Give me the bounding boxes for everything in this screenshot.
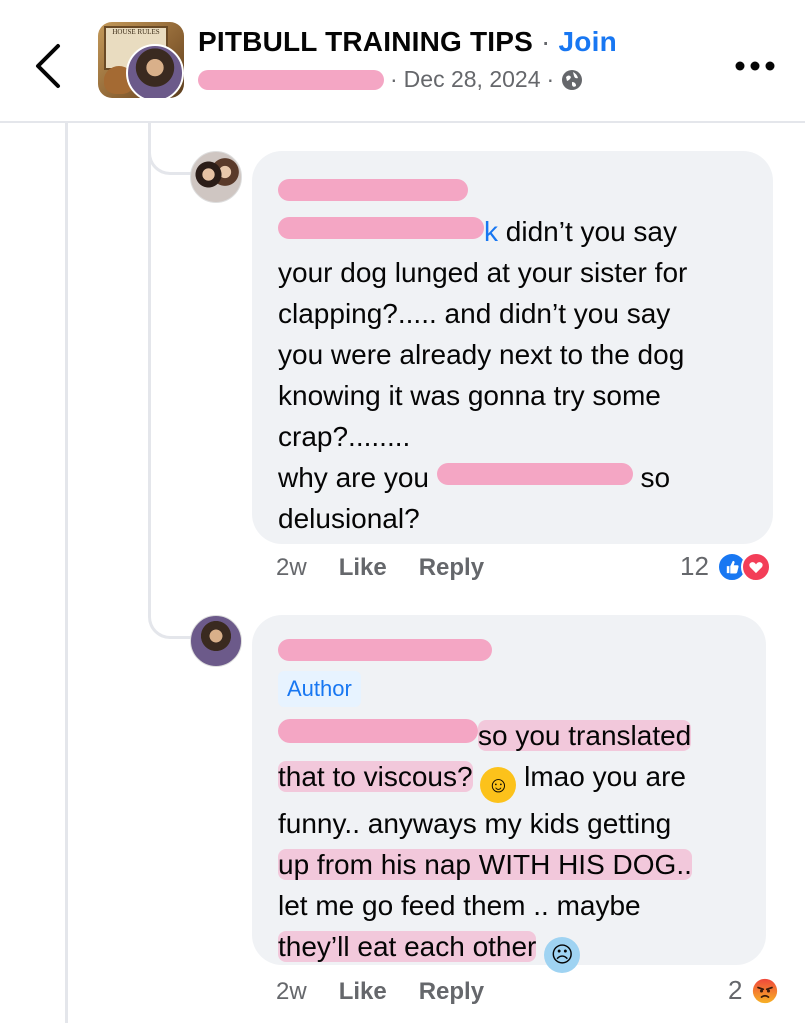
thread-connector [148,128,191,175]
post-meta: · Dec 28, 2024 · [198,66,584,93]
like-button[interactable]: Like [339,554,387,582]
comment-actions: 2w Like Reply [276,978,484,1006]
comment-bubble: Author so you translated that to viscous… [252,615,766,973]
angry-reaction-icon [750,975,781,1006]
comment-text: k didn’t you say your dog lunged at your… [278,216,688,534]
comment-time[interactable]: 2w [276,978,307,1006]
comment-text: so you translated that to viscous? ☺ lma… [278,715,766,973]
love-reaction-icon [740,551,771,582]
header-divider [0,121,805,123]
group-avatar[interactable]: HOUSE RULES [98,22,184,98]
commenter-name[interactable] [278,171,773,211]
title-separator: · [541,26,551,57]
redacted-name [278,639,492,661]
thread-connector [148,592,191,639]
reply-button[interactable]: Reply [419,554,484,582]
reply-button[interactable]: Reply [419,978,484,1006]
screaming-face-emoji-icon: ☹ [544,937,581,973]
redacted-mention[interactable] [278,719,478,743]
back-arrow-icon[interactable] [28,40,68,92]
laughing-tears-emoji-icon: ☺ [480,767,517,803]
reaction-count: 2 [728,975,743,1005]
author-avatar[interactable] [190,615,242,667]
redacted-mention[interactable] [278,217,484,239]
more-options-icon[interactable] [732,56,778,76]
meta-separator: · [546,66,555,92]
comment-actions: 2w Like Reply [276,554,484,582]
comment-bubble: k didn’t you say your dog lunged at your… [252,151,773,544]
join-button[interactable]: Join [559,26,617,57]
group-name-link[interactable]: PITBULL TRAINING TIPS [198,26,533,57]
reply-thread-line [148,172,151,612]
reaction-count: 12 [680,551,709,581]
commenter-avatar[interactable] [190,151,242,203]
commenter-name[interactable] [278,631,766,669]
redacted-name [278,179,468,201]
reaction-summary[interactable]: 12 [680,551,771,582]
redacted-author-name [198,69,384,90]
redacted-text [436,463,633,485]
meta-separator: · [390,66,398,92]
group-title: PITBULL TRAINING TIPS · Join [198,26,617,58]
author-avatar-mini [126,44,184,98]
globe-icon [562,69,583,90]
author-badge-row: Author [278,671,766,707]
like-button[interactable]: Like [339,978,387,1006]
post-date[interactable]: Dec 28, 2024 [404,66,541,93]
comment-time[interactable]: 2w [276,554,307,582]
reaction-summary[interactable]: 2 [728,975,781,1006]
thread-line [65,123,68,1023]
author-badge: Author [278,671,361,707]
